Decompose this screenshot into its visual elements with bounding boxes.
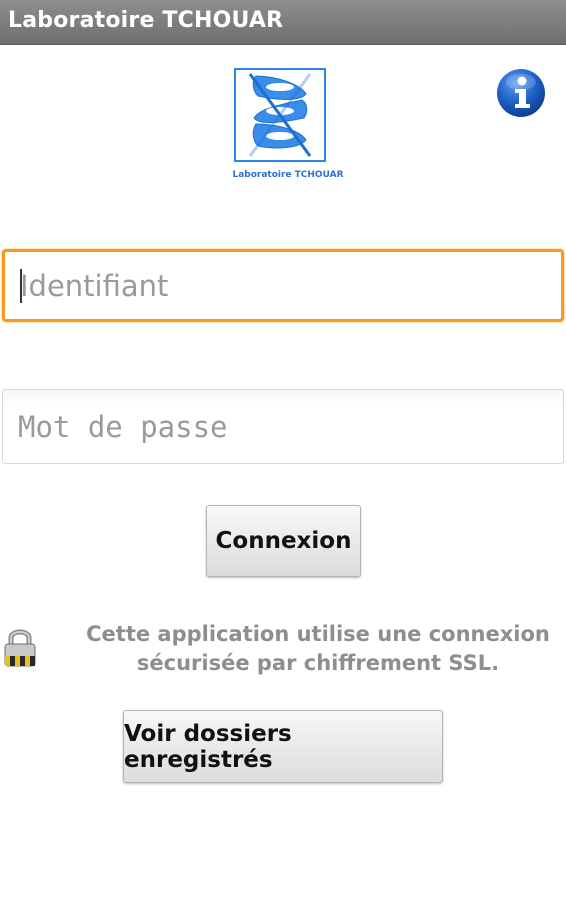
lock-icon [2, 626, 38, 668]
password-placeholder: Mot de passe [18, 409, 228, 444]
ssl-message-line2: sécurisée par chiffrement SSL. [136, 651, 500, 675]
ssl-message-line1: Cette application utilise une connexion [86, 622, 550, 646]
app-title: Laboratoire TCHOUAR [8, 8, 284, 33]
username-field[interactable]: Identifiant [2, 249, 564, 322]
password-field[interactable]: Mot de passe [2, 389, 564, 464]
ssl-message: Cette application utilise une connexion … [70, 620, 566, 678]
login-button[interactable]: Connexion [206, 505, 361, 577]
dna-helix-logo-icon [234, 68, 326, 162]
logo-caption: Laboratoire TCHOUAR [232, 170, 344, 180]
saved-files-button[interactable]: Voir dossiers enregistrés [123, 710, 443, 783]
lab-logo: Laboratoire TCHOUAR [226, 66, 350, 186]
info-icon[interactable] [496, 68, 546, 118]
username-placeholder: Identifiant [20, 268, 169, 303]
title-bar: Laboratoire TCHOUAR [0, 0, 566, 45]
